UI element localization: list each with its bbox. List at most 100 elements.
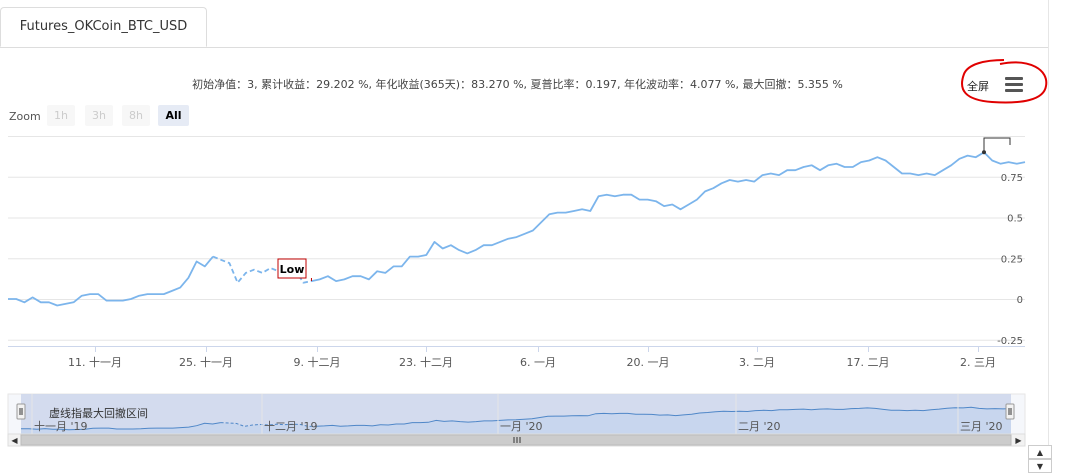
data-point: [81, 295, 83, 297]
x-tick-label: 6. 一月: [520, 356, 556, 369]
data-point: [778, 174, 780, 176]
equity-line-post-drawdown: [311, 151, 1026, 282]
data-point: [917, 174, 919, 176]
data-point: [327, 275, 329, 277]
data-point: [516, 236, 518, 238]
data-point: [434, 241, 436, 243]
data-point: [926, 173, 928, 175]
data-point: [885, 160, 887, 162]
data-point: [491, 244, 493, 246]
data-point: [56, 305, 58, 307]
data-point: [245, 272, 247, 274]
data-point: [573, 210, 575, 212]
data-point: [442, 248, 444, 250]
data-point: [384, 272, 386, 274]
data-point: [565, 212, 567, 214]
data-point: [639, 199, 641, 201]
data-point: [138, 295, 140, 297]
data-point: [967, 155, 969, 157]
data-point: [1016, 163, 1018, 165]
navigator-left-handle[interactable]: [16, 403, 26, 420]
data-point: [179, 287, 181, 289]
data-point: [704, 190, 706, 192]
data-point: [15, 298, 17, 300]
data-point: [73, 301, 75, 303]
x-tick-label: 2. 三月: [960, 356, 996, 369]
data-point: [335, 280, 337, 282]
data-point: [589, 210, 591, 212]
data-point: [893, 166, 895, 168]
data-point: [532, 230, 534, 232]
data-point: [540, 221, 542, 223]
x-tick-label: 23. 十二月: [399, 355, 453, 369]
series-lines: [8, 151, 1026, 307]
data-point: [622, 194, 624, 196]
y-tick-label: 0.5: [1007, 214, 1023, 225]
series-points: [7, 151, 1026, 306]
data-point: [23, 301, 25, 303]
navigator: 十一月 '19 十二月 '19 一月 '20 二月 '20 三月 '20 虚线指最大回撤区…: [7, 393, 1026, 447]
data-point: [524, 233, 526, 235]
x-tick-label: 20. 一月: [627, 356, 670, 369]
data-point: [1024, 161, 1026, 163]
data-point: [261, 272, 263, 274]
scroll-right-arrow-icon[interactable]: ▶: [1013, 435, 1024, 446]
navigator-label: 三月 '20: [960, 420, 1003, 433]
navigator-right-handle[interactable]: [1005, 403, 1015, 420]
data-point: [228, 262, 230, 264]
data-point: [360, 275, 362, 277]
data-point: [40, 301, 42, 303]
data-point: [450, 244, 452, 246]
data-point: [835, 163, 837, 165]
data-point: [614, 195, 616, 197]
data-point: [852, 166, 854, 168]
x-tick-label: 3. 二月: [739, 356, 775, 369]
data-point: [581, 208, 583, 210]
data-point: [876, 156, 878, 158]
page-down-arrow-icon[interactable]: ▼: [1028, 459, 1052, 473]
low-flag: Low: [277, 137, 1011, 282]
y-tick-label: 0: [1017, 295, 1023, 306]
data-point: [458, 249, 460, 251]
data-point: [393, 265, 395, 267]
data-point: [811, 164, 813, 166]
high-flag-line: [983, 137, 1011, 153]
navigator-label: 一月 '20: [500, 420, 543, 433]
data-point: [97, 293, 99, 295]
page-up-arrow-icon[interactable]: ▲: [1028, 445, 1052, 459]
data-point: [909, 173, 911, 175]
data-point: [499, 241, 501, 243]
data-point: [237, 282, 239, 284]
data-point: [343, 278, 345, 280]
data-point: [352, 275, 354, 277]
scroll-left-arrow-icon[interactable]: ◀: [9, 435, 20, 446]
scrollbar-thumb[interactable]: [20, 434, 1012, 446]
y-tick-label: -0.25: [997, 336, 1023, 347]
data-point: [770, 173, 772, 175]
data-point: [425, 254, 427, 256]
equity-chart: 0.75 0.5 0.25 0 -0.25 11. 十一月 25. 十一月 9. 十二月 23…: [7, 59, 1048, 447]
data-point: [688, 204, 690, 206]
data-point: [220, 259, 222, 261]
data-point: [860, 161, 862, 163]
navigator-label: 十二月 '19: [264, 419, 318, 433]
data-point: [696, 199, 698, 201]
data-point: [680, 208, 682, 210]
data-point: [934, 174, 936, 176]
data-point: [368, 278, 370, 280]
data-point: [745, 179, 747, 181]
data-point: [302, 282, 304, 284]
data-point: [171, 290, 173, 292]
data-point: [163, 293, 165, 295]
x-tick-label: 17. 二月: [847, 356, 890, 369]
x-axis-labels: 11. 十一月 25. 十一月 9. 十二月 23. 十二月 6. 一月 20. 一月 3.…: [68, 347, 996, 369]
data-point: [606, 194, 608, 196]
y-tick-label: 0.75: [1001, 173, 1023, 184]
grid-lines: [8, 136, 1025, 347]
data-point: [819, 169, 821, 171]
data-point: [868, 160, 870, 162]
data-point: [319, 278, 321, 280]
y-tick-label: 0.25: [1001, 254, 1023, 265]
data-point: [483, 244, 485, 246]
data-point: [958, 158, 960, 160]
